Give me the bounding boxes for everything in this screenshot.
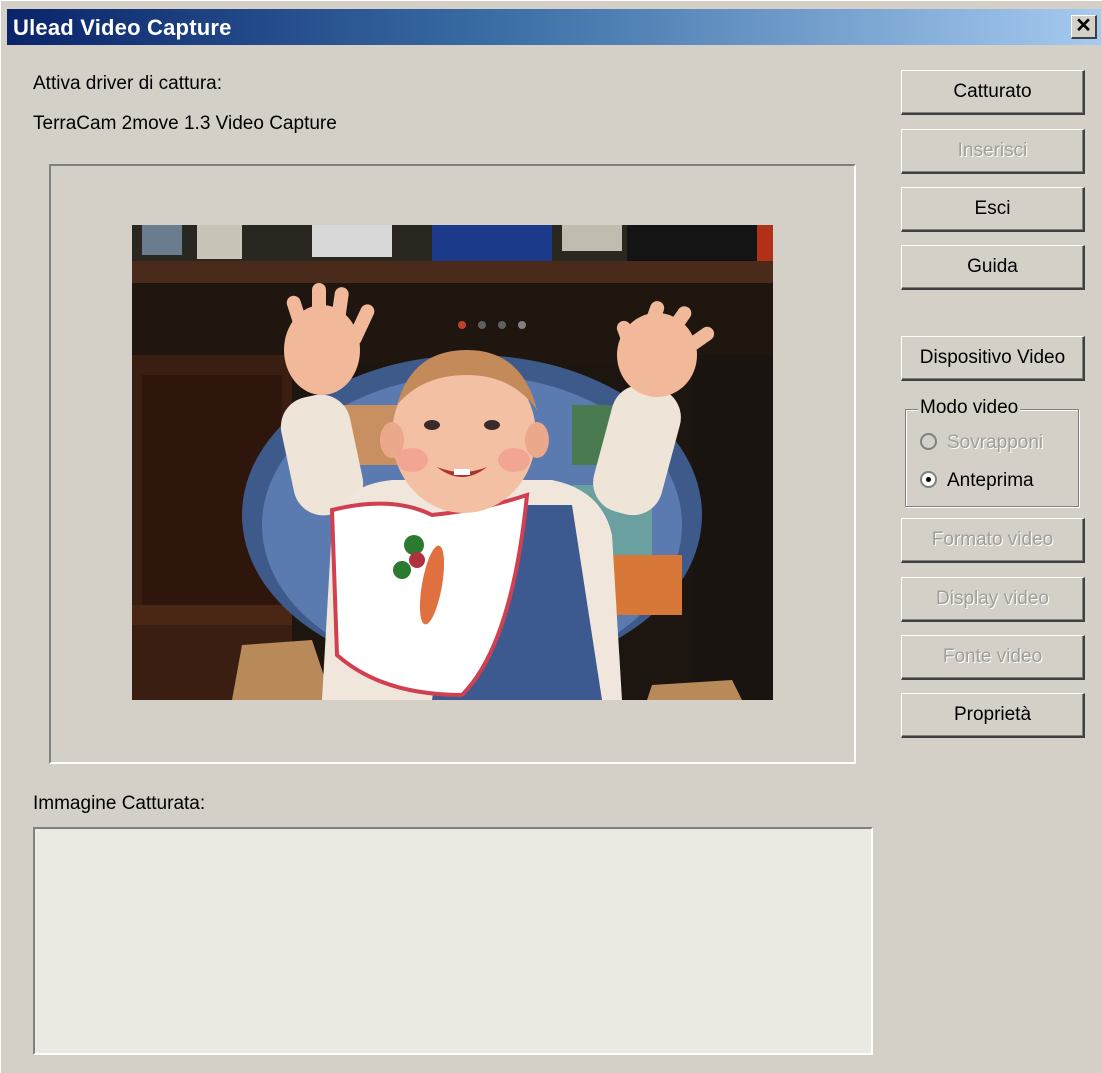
radio-preview[interactable]: Anteprima	[920, 470, 1034, 492]
radio-overlay[interactable]: Sovrapponi	[920, 432, 1043, 454]
title-bar[interactable]: Ulead Video Capture ✕	[7, 9, 1101, 45]
close-button[interactable]: ✕	[1071, 15, 1097, 39]
video-display-button[interactable]: Display video	[901, 577, 1085, 622]
captured-image-label: Immagine Catturata:	[33, 793, 206, 814]
help-button[interactable]: Guida	[901, 245, 1085, 290]
video-device-button[interactable]: Dispositivo Video	[901, 336, 1085, 381]
exit-button[interactable]: Esci	[901, 187, 1085, 232]
properties-button[interactable]: Proprietà	[901, 693, 1085, 738]
driver-name: TerraCam 2move 1.3 Video Capture	[33, 113, 337, 134]
radio-preview-label: Anteprima	[947, 470, 1034, 491]
close-icon: ✕	[1075, 15, 1092, 37]
video-mode-legend: Modo video	[918, 397, 1021, 419]
video-preview-image	[132, 225, 773, 700]
window-title: Ulead Video Capture	[13, 15, 232, 40]
video-preview	[132, 225, 773, 700]
driver-label: Attiva driver di cattura:	[33, 73, 223, 94]
radio-selected-dot	[926, 477, 931, 482]
video-mode-group: Modo video Sovrapponi Anteprima	[905, 397, 1079, 507]
video-source-button[interactable]: Fonte video	[901, 635, 1085, 680]
radio-overlay-circle[interactable]	[920, 433, 937, 450]
insert-button[interactable]: Inserisci	[901, 129, 1085, 174]
capture-dialog: Ulead Video Capture ✕ Attiva driver di c…	[0, 0, 1102, 1073]
radio-preview-circle[interactable]	[920, 471, 937, 488]
video-format-button[interactable]: Formato video	[901, 518, 1085, 563]
radio-overlay-label: Sovrapponi	[947, 432, 1044, 453]
captured-image-area	[33, 827, 873, 1055]
capture-button[interactable]: Catturato	[901, 70, 1085, 115]
